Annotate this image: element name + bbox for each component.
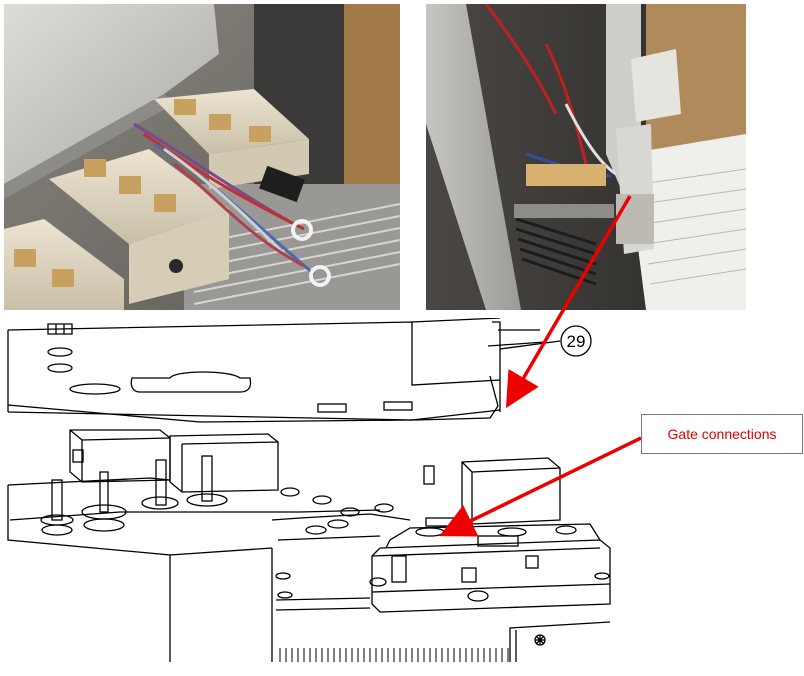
photo-bracket-side <box>426 4 746 310</box>
igbt-modules-photo-illustration <box>4 4 400 310</box>
lower-assembly-left <box>7 429 411 662</box>
gate-connections-callout: Gate connections <box>641 414 803 454</box>
gate-connections-label: Gate connections <box>667 426 777 442</box>
igbt-module-drawing-right <box>369 457 611 662</box>
fasteners-top-left <box>47 323 73 373</box>
heatsink-fins <box>279 648 509 662</box>
cover-plate-29 <box>7 318 546 423</box>
bracket-photo-illustration <box>426 4 746 310</box>
part-29-label: 29 <box>567 332 586 351</box>
photo-igbt-modules <box>4 4 400 310</box>
assembly-line-drawing: 29 <box>7 318 611 662</box>
